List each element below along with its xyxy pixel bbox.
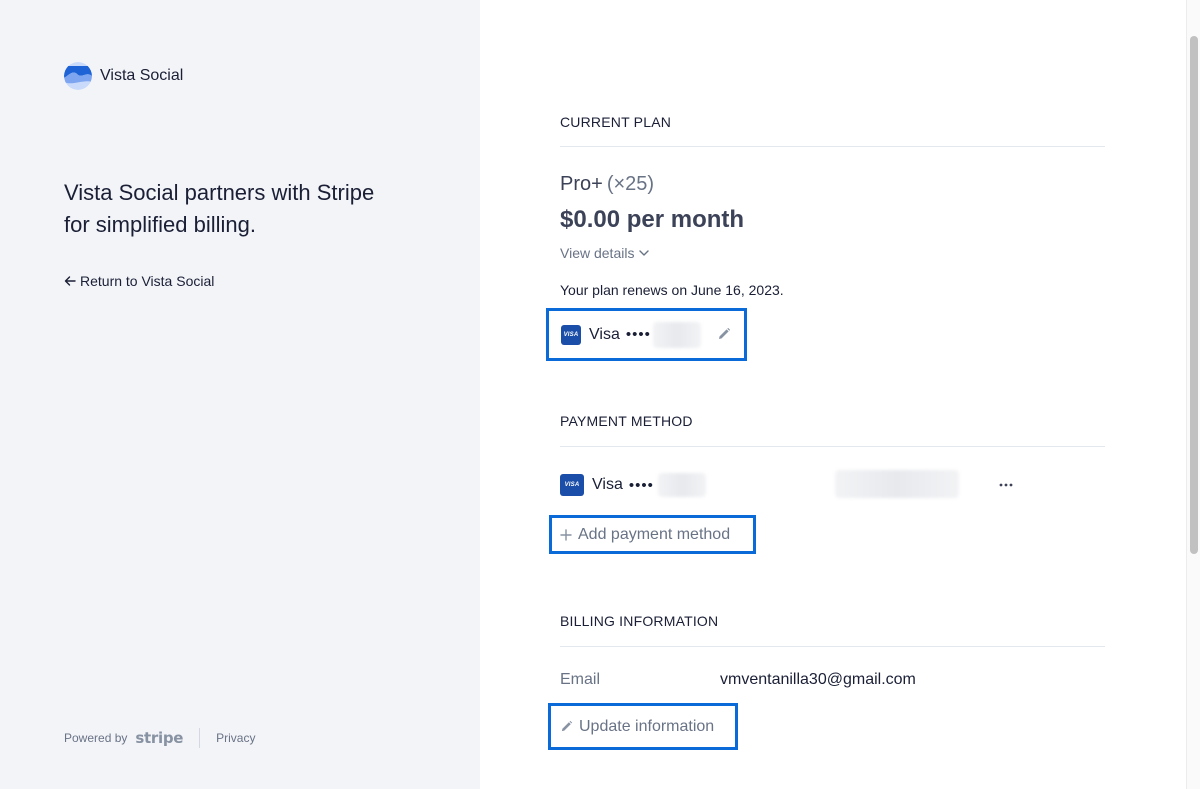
email-label: Email	[560, 671, 601, 688]
billing-information-title: BILLING INFORMATION	[560, 613, 719, 629]
arrow-left-icon	[64, 276, 76, 286]
footer: Powered by stripe Privacy	[64, 728, 255, 748]
payment-card-mask: ••••	[628, 476, 654, 494]
pencil-icon[interactable]	[717, 327, 731, 341]
renewal-notice: Your plan renews on June 16, 2023.	[560, 282, 784, 298]
return-link-label: Return to Vista Social	[80, 273, 215, 289]
plan-name-text: Pro+	[560, 173, 603, 195]
update-information-label: Update information	[579, 717, 715, 735]
update-information-button[interactable]: Update information	[548, 703, 738, 750]
payment-method-divider	[560, 446, 1105, 447]
ellipsis-icon	[999, 483, 1013, 487]
plan-quantity: (×25)	[606, 173, 655, 195]
payment-card-brand: Visa	[592, 476, 623, 493]
powered-by-label: Powered by	[64, 731, 128, 745]
pencil-icon	[561, 720, 573, 732]
view-details-label: View details	[560, 245, 635, 261]
brand: Vista Social	[64, 62, 183, 90]
plan-price: $0.00 per month	[560, 206, 745, 233]
email-value: vmventanilla30@gmail.com	[720, 671, 916, 688]
view-details-toggle[interactable]: View details	[560, 245, 650, 261]
privacy-link[interactable]: Privacy	[216, 731, 255, 745]
footer-divider	[199, 728, 201, 748]
plan-name: Pro+ (×25)	[560, 173, 654, 196]
payment-card-last4-redacted	[657, 473, 706, 497]
billing-portal: CURRENT PLAN Pro+ (×25) $0.00 per month V…	[480, 0, 1186, 789]
chevron-down-icon	[639, 250, 650, 256]
scrollbar-thumb[interactable]	[1190, 36, 1198, 554]
plan-payment-card[interactable]: VISA Visa ••••	[546, 308, 747, 361]
vista-social-logo-icon	[64, 62, 92, 90]
plan-card-last4-redacted	[652, 321, 701, 348]
payment-card-expiry-redacted	[835, 470, 959, 498]
visa-card-icon: VISA	[560, 474, 584, 496]
return-link[interactable]: Return to Vista Social	[64, 273, 214, 289]
branding-panel: Vista Social Vista Social partners with …	[0, 0, 480, 789]
current-plan-title: CURRENT PLAN	[560, 114, 672, 130]
brand-name: Vista Social	[100, 67, 184, 84]
payment-method-title: PAYMENT METHOD	[560, 413, 693, 429]
plan-card-mask: ••••	[625, 326, 651, 343]
current-plan-divider	[560, 146, 1105, 147]
visa-card-icon: VISA	[561, 324, 581, 345]
billing-information-divider	[560, 646, 1105, 647]
tagline: Vista Social partners with Stripe for si…	[64, 180, 375, 237]
page-scrollbar[interactable]	[1186, 0, 1200, 789]
add-payment-method-label: Add payment method	[578, 525, 731, 543]
plus-icon	[560, 528, 572, 541]
stripe-logo[interactable]: stripe	[135, 729, 183, 747]
plan-card-brand: Visa	[589, 325, 620, 343]
payment-method-menu-button[interactable]	[998, 478, 1014, 492]
add-payment-method-button[interactable]: Add payment method	[549, 515, 756, 554]
